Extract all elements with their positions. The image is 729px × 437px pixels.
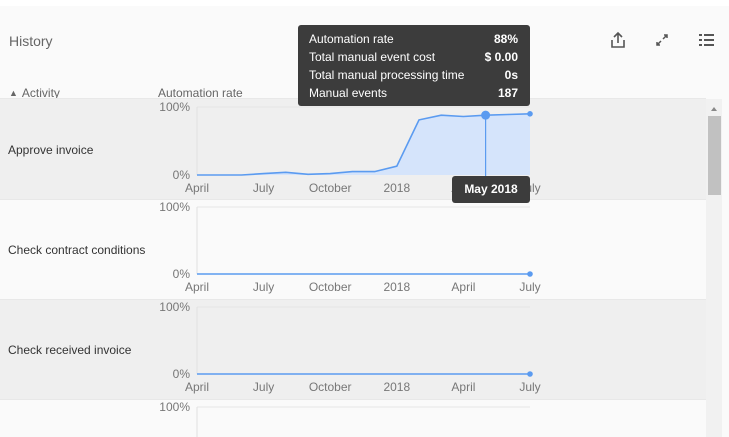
data-point-end xyxy=(527,371,533,377)
x-tick-label: July xyxy=(519,380,540,394)
y-tick-label: 0% xyxy=(173,168,191,182)
x-tick-label: April xyxy=(185,280,209,294)
tooltip-row: Automation rate 88% xyxy=(309,32,518,46)
x-tick-label: April xyxy=(185,181,209,195)
x-tick-label: 2018 xyxy=(383,280,410,294)
scroll-up-icon[interactable] xyxy=(709,101,719,111)
x-tick-label: April xyxy=(185,380,209,394)
series-area xyxy=(197,113,530,175)
tooltip-row: Manual events 187 xyxy=(309,86,518,100)
y-tick-label: 100% xyxy=(159,200,190,214)
x-tick-label: July xyxy=(519,280,540,294)
scrollbar-thumb[interactable] xyxy=(708,116,721,195)
y-tick-label: 100% xyxy=(159,400,190,414)
x-tick-label: 2018 xyxy=(383,380,410,394)
x-tick-label: April xyxy=(451,380,475,394)
x-tick-label: April xyxy=(451,280,475,294)
tooltip-row: Total manual event cost $ 0.00 xyxy=(309,50,518,64)
x-tick-label: October xyxy=(309,181,352,195)
data-point-end xyxy=(527,111,533,117)
data-tooltip: Automation rate 88% Total manual event co… xyxy=(298,25,530,106)
y-tick-label: 100% xyxy=(159,300,190,314)
x-tick-label: 2018 xyxy=(383,181,410,195)
x-tick-label: July xyxy=(253,380,274,394)
data-point-end xyxy=(527,271,533,277)
x-tick-label: October xyxy=(309,280,352,294)
tooltip-row: Total manual processing time 0s xyxy=(309,68,518,82)
y-tick-label: 0% xyxy=(173,267,191,281)
data-point-hover xyxy=(481,110,491,120)
x-tick-label: October xyxy=(309,380,352,394)
x-axis-tooltip: May 2018 xyxy=(452,176,530,203)
y-tick-label: 0% xyxy=(173,367,191,381)
x-tick-label: July xyxy=(253,280,274,294)
y-tick-label: 100% xyxy=(159,100,190,114)
x-tick-label: July xyxy=(253,181,274,195)
